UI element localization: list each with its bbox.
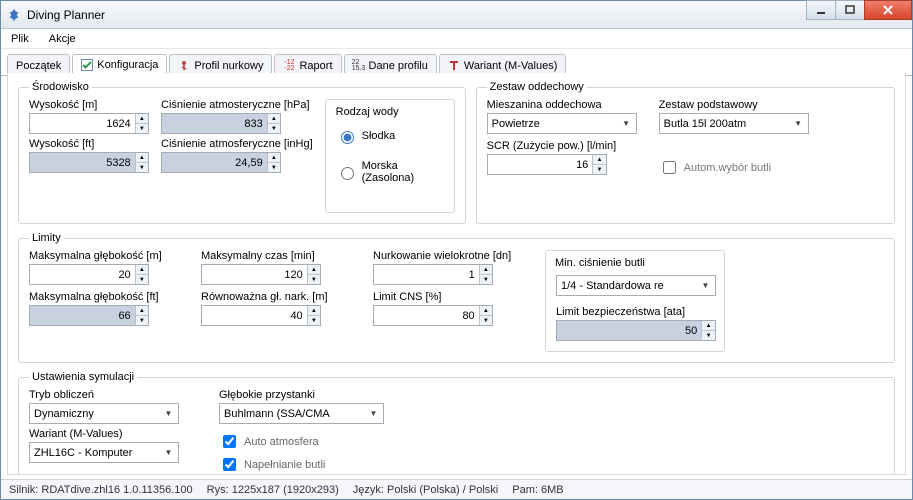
limit-bezp-label: Limit bezpieczeństwa [ata]: [556, 306, 714, 318]
minimize-button[interactable]: [806, 0, 836, 20]
tryb-label: Tryb obliczeń: [29, 389, 189, 401]
max-gl-ft-spin[interactable]: ▲▼: [135, 306, 148, 325]
title-bar: Diving Planner: [1, 1, 912, 29]
nark-label: Równoważna gł. nark. [m]: [201, 291, 351, 303]
max-gl-m-spin[interactable]: ▲▼: [135, 265, 148, 284]
srodowisko-group: Środowisko Wysokość [m] ▲▼ Ciśnienie atm…: [18, 81, 466, 224]
status-jezyk: Język: Polski (Polska) / Polski: [353, 484, 498, 496]
nark-input[interactable]: [202, 306, 307, 325]
cisn-hpa-spin[interactable]: ▲▼: [267, 114, 280, 133]
scr-label: SCR (Zużycie pow.) [l/min]: [487, 140, 637, 152]
t-icon: [448, 60, 460, 72]
cns-label: Limit CNS [%]: [373, 291, 523, 303]
menu-akcje[interactable]: Akcje: [49, 33, 76, 45]
wielokrotne-input[interactable]: [374, 265, 479, 284]
menu-plik[interactable]: Plik: [11, 33, 29, 45]
max-gl-ft-label: Maksymalna głębokość [ft]: [29, 291, 179, 303]
mieszanina-select[interactable]: Powietrze▼: [487, 113, 637, 134]
diver-icon: [178, 60, 190, 72]
wysokosc-ft-input[interactable]: [30, 153, 135, 172]
decimals-icon: 2215.3: [353, 60, 365, 72]
nark-spin[interactable]: ▲▼: [307, 306, 320, 325]
status-pam: Pam: 6MB: [512, 484, 563, 496]
max-gl-ft-input[interactable]: [30, 306, 135, 325]
cisn-hpa-input[interactable]: [162, 114, 267, 133]
wysokosc-m-input[interactable]: [30, 114, 135, 133]
max-czas-spin[interactable]: ▲▼: [307, 265, 320, 284]
cisn-inhg-label: Ciśnienie atmosferyczne [inHg]: [161, 138, 313, 150]
napelnianie-label: Napełnianie butli: [244, 459, 325, 471]
min-cisn-legend: Min. ciśnienie butli: [552, 257, 648, 269]
przystanki-label: Głębokie przystanki: [219, 389, 419, 401]
wysokosc-ft-spin[interactable]: ▲▼: [135, 153, 148, 172]
wysokosc-ft-label: Wysokość [ft]: [29, 138, 149, 150]
przystanki-select[interactable]: Buhlmann (SSA/CMA▼: [219, 403, 384, 424]
ustawienia-symulacji-legend: Ustawienia symulacji: [29, 371, 137, 383]
srodowisko-legend: Środowisko: [29, 81, 92, 93]
ustawienia-symulacji-group: Ustawienia symulacji Tryb obliczeń Dynam…: [18, 371, 895, 475]
checkbox-icon: [81, 59, 93, 71]
autom-wybor-checkbox[interactable]: [663, 161, 676, 174]
zestaw-oddechowy-group: Zestaw oddechowy Mieszanina oddechowa Po…: [476, 81, 895, 224]
min-cisn-select[interactable]: 1/4 - Standardowa re▼: [556, 275, 716, 296]
dropdown-icon: ▼: [619, 116, 634, 131]
max-gl-m-input[interactable]: [30, 265, 135, 284]
max-czas-label: Maksymalny czas [min]: [201, 250, 351, 262]
limit-bezp-input[interactable]: [557, 321, 701, 340]
autom-wybor-label: Autom.wybór butli: [684, 162, 771, 174]
wielokrotne-spin[interactable]: ▲▼: [479, 265, 492, 284]
rodzaj-wody-label: Rodzaj wody: [336, 106, 444, 118]
status-bar: Silnik: RDATdive.zhl16 1.0.11356.100 Rys…: [1, 479, 912, 499]
wysokosc-m-label: Wysokość [m]: [29, 99, 149, 111]
cisn-inhg-spin[interactable]: ▲▼: [267, 153, 280, 172]
slodka-label: Słodka: [362, 130, 396, 142]
limit-bezp-spin[interactable]: ▲▼: [701, 321, 715, 340]
morska-label: Morska (Zasolona): [362, 160, 444, 184]
menu-bar: Plik Akcje: [1, 29, 912, 49]
zestaw-oddechowy-legend: Zestaw oddechowy: [487, 81, 587, 93]
auto-atmosfera-label: Auto atmosfera: [244, 436, 319, 448]
napelnianie-checkbox[interactable]: [223, 458, 236, 471]
wariant-mvalues-label: Wariant (M-Values): [29, 428, 189, 440]
status-rys: Rys: 1225x187 (1920x293): [207, 484, 339, 496]
auto-atmosfera-checkbox[interactable]: [223, 435, 236, 448]
close-button[interactable]: [864, 0, 912, 20]
scr-input[interactable]: [488, 155, 593, 174]
tab-content: Środowisko Wysokość [m] ▲▼ Ciśnienie atm…: [7, 73, 906, 475]
cisn-inhg-input[interactable]: [162, 153, 267, 172]
limity-group: Limity Maksymalna głębokość [m] ▲▼ Maksy…: [18, 232, 895, 363]
cisn-hpa-label: Ciśnienie atmosteryczne [hPa]: [161, 99, 313, 111]
dropdown-icon: ▼: [161, 406, 176, 421]
wielokrotne-label: Nurkowanie wielokrotne [dn]: [373, 250, 523, 262]
morska-radio[interactable]: [341, 167, 354, 180]
mieszanina-label: Mieszanina oddechowa: [487, 99, 637, 111]
maximize-button[interactable]: [835, 0, 865, 20]
window-title: Diving Planner: [27, 8, 105, 22]
app-icon: [7, 8, 21, 22]
limity-legend: Limity: [29, 232, 64, 244]
wariant-mvalues-select[interactable]: ZHL16C - Komputer▼: [29, 442, 179, 463]
max-czas-input[interactable]: [202, 265, 307, 284]
scr-spin[interactable]: ▲▼: [592, 155, 605, 174]
max-gl-m-label: Maksymalna głębokość [m]: [29, 250, 179, 262]
cns-input[interactable]: [374, 306, 479, 325]
wysokosc-m-spin[interactable]: ▲▼: [135, 114, 148, 133]
dropdown-icon: ▼: [698, 278, 713, 293]
rodzaj-wody-group: Rodzaj wody Słodka Morska (Zasolona): [325, 99, 455, 213]
cns-spin[interactable]: ▲▼: [479, 306, 492, 325]
dropdown-icon: ▼: [161, 445, 176, 460]
tab-bar: Początek Konfiguracja Profil nurkowy -12…: [1, 49, 912, 76]
dropdown-icon: ▼: [366, 406, 381, 421]
status-silnik: Silnik: RDATdive.zhl16 1.0.11356.100: [9, 484, 193, 496]
numbers-icon: -12-22: [283, 60, 295, 72]
zestaw-podst-select[interactable]: Butla 15l 200atm▼: [659, 113, 809, 134]
tryb-select[interactable]: Dynamiczny▼: [29, 403, 179, 424]
zestaw-podst-label: Zestaw podstawowy: [659, 99, 809, 111]
dropdown-icon: ▼: [791, 116, 806, 131]
slodka-radio[interactable]: [341, 131, 354, 144]
